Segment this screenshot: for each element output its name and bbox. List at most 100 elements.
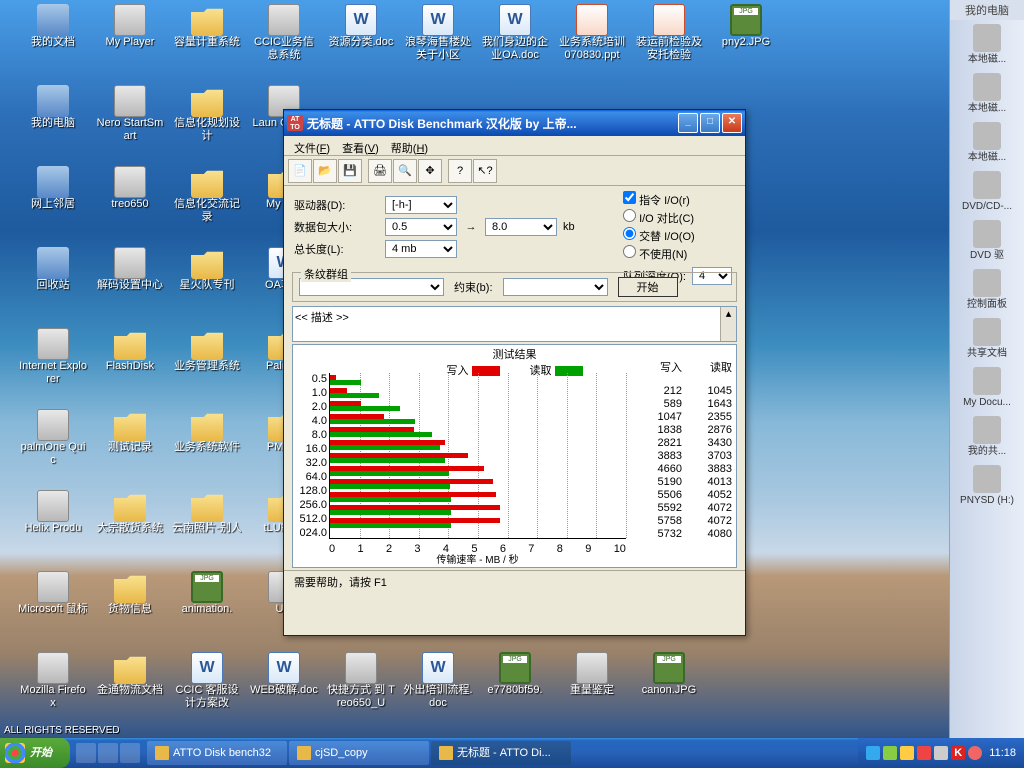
desktop-icon[interactable]: animation. (172, 571, 242, 616)
system-tray[interactable]: K 11:18 (858, 738, 1024, 768)
tool-print-icon[interactable]: 🖨 (368, 159, 392, 183)
taskbar-button[interactable]: cjSD_copy (289, 741, 429, 765)
io-alt-radio[interactable]: 交替 I/O(O) (623, 227, 733, 245)
length-label: 总长度(L): (294, 241, 379, 257)
ql-icon[interactable] (98, 743, 118, 763)
io-compare-radio[interactable]: I/O 对比(C) (623, 209, 733, 227)
plot-area (329, 373, 626, 539)
arrow-icon: → (463, 221, 479, 233)
desktop-icon[interactable]: 浪琴海售楼处关于小区 (403, 4, 473, 62)
tool-zoom-icon[interactable]: 🔍 (393, 159, 417, 183)
sidebar-item[interactable]: PNYSD (H:) (950, 461, 1024, 510)
desktop-icon[interactable]: Helix Produ (18, 490, 88, 535)
desktop-icon[interactable]: CCIC 客服设计方案改 (172, 652, 242, 710)
clock: 11:18 (989, 747, 1016, 759)
desktop-icon[interactable]: 我的文档 (18, 4, 88, 49)
menu-help[interactable]: 帮助(H) (385, 138, 434, 153)
desktop-icon[interactable]: WEB破解.doc (249, 652, 319, 697)
taskbar-button[interactable]: 无标题 - ATTO Di... (431, 741, 571, 765)
desktop-icon[interactable]: 测试记录 (95, 409, 165, 454)
desktop-icon[interactable]: Internet Explorer (18, 328, 88, 386)
desktop-icon[interactable]: 大宗散货系统 (95, 490, 165, 535)
atto-window: ATTO 无标题 - ATTO Disk Benchmark 汉化版 by 上帝… (283, 109, 746, 636)
desktop-icon[interactable]: 云南照片-别人 (172, 490, 242, 535)
desktop-icon[interactable]: 外出培训流程.doc (403, 652, 473, 710)
sidebar-item[interactable]: DVD/CD-... (950, 167, 1024, 216)
desktop-icon[interactable]: 货物信息 (95, 571, 165, 616)
ql-icon[interactable] (76, 743, 96, 763)
start-button-tb[interactable]: 开始 (0, 738, 70, 768)
desktop-icon[interactable]: 容量计重系统 (172, 4, 242, 49)
desktop-icon[interactable]: 解码设置中心 (95, 247, 165, 292)
io-none-radio[interactable]: 不使用(N) (623, 245, 733, 263)
scrollbar[interactable]: ▴ (720, 307, 736, 341)
maximize-button[interactable]: □ (700, 113, 720, 133)
desktop-icon[interactable]: FlashDisk (95, 328, 165, 373)
desktop-icon[interactable]: 星火队专刊 (172, 247, 242, 292)
desktop-icon[interactable]: 我的电脑 (18, 85, 88, 130)
sidebar-item[interactable]: My Docu... (950, 363, 1024, 412)
io-cmd-check[interactable]: 指令 I/O(r) (623, 191, 733, 209)
desktop-icon[interactable]: palmOne Quic (18, 409, 88, 467)
tool-whatsthis-icon[interactable]: ↖? (473, 159, 497, 183)
sidebar-item[interactable]: 本地磁... (950, 118, 1024, 167)
desktop-icon[interactable]: e7780bf59. (480, 652, 550, 697)
desktop-icon[interactable]: Mozilla Firefox (18, 652, 88, 710)
desktop-icon[interactable]: Nero StartSmart (95, 85, 165, 143)
drive-select[interactable]: [-h-] (385, 196, 457, 214)
desktop-icon[interactable]: 快捷方式 到 Treo650_U (326, 652, 396, 710)
quick-launch (70, 743, 146, 763)
data-table: 写入读取 21210455891643104723551838287628213… (632, 359, 732, 541)
tool-move-icon[interactable]: ✥ (418, 159, 442, 183)
desktop-icon[interactable]: CCIC业务信息系统 (249, 4, 319, 62)
bound-select[interactable] (503, 278, 608, 296)
sidebar-item[interactable]: 本地磁... (950, 20, 1024, 69)
sidebar-item[interactable]: 本地磁... (950, 69, 1024, 118)
desktop-icon[interactable]: treo650 (95, 166, 165, 211)
desktop-icon[interactable]: 重量鉴定 (557, 652, 627, 697)
desktop-icon[interactable]: My Player (95, 4, 165, 49)
tool-open-icon[interactable]: 📂 (313, 159, 337, 183)
packet-unit: kb (563, 221, 575, 233)
sidebar-title: 我的电脑 (950, 0, 1024, 20)
desktop-icon[interactable]: Microsoft 鼠标 (18, 571, 88, 616)
drive-label: 驱动器(D): (294, 197, 379, 213)
desktop-icon[interactable]: 我们身边的企业OA.doc (480, 4, 550, 62)
status-bar: 需要帮助，请按 F1 (284, 570, 745, 593)
ql-icon[interactable] (120, 743, 140, 763)
desktop-icon[interactable]: 资源分类.doc (326, 4, 396, 49)
desktop-icon[interactable]: 业务系统软件 (172, 409, 242, 454)
sidebar-item[interactable]: 共享文档 (950, 314, 1024, 363)
start-button[interactable]: 开始 (618, 277, 678, 297)
packet-to-select[interactable]: 8.0 (485, 218, 557, 236)
desktop-icon[interactable]: 信息化交流记录 (172, 166, 242, 224)
bound-label: 约束(b): (454, 279, 493, 295)
packet-from-select[interactable]: 0.5 (385, 218, 457, 236)
tool-new-icon[interactable]: 📄 (288, 159, 312, 183)
menu-file[interactable]: 文件(F) (288, 138, 336, 153)
description-box[interactable]: << 描述 >> ▴ (292, 306, 737, 342)
desktop-icon[interactable]: 装运前检验及安托检验 (634, 4, 704, 62)
stripe-label: 条纹群组 (304, 269, 348, 281)
taskbar-button[interactable]: ATTO Disk bench32 (147, 741, 287, 765)
sidebar-item[interactable]: 我的共... (950, 412, 1024, 461)
close-button[interactable]: ✕ (722, 113, 742, 133)
copyright-text: ALL RIGHTS RESERVED (4, 725, 120, 736)
desktop-icon[interactable]: 网上邻居 (18, 166, 88, 211)
minimize-button[interactable]: _ (678, 113, 698, 133)
desktop-icon[interactable]: 信息化规划设计 (172, 85, 242, 143)
sidebar-item[interactable]: 控制面板 (950, 265, 1024, 314)
window-title: 无标题 - ATTO Disk Benchmark 汉化版 by 上帝... (307, 115, 678, 132)
desktop-icon[interactable]: 业务系统培训070830.ppt (557, 4, 627, 62)
tool-help-icon[interactable]: ? (448, 159, 472, 183)
sidebar-item[interactable]: DVD 驱 (950, 216, 1024, 265)
tool-save-icon[interactable]: 💾 (338, 159, 362, 183)
desktop-icon[interactable]: 金通物流文档 (95, 652, 165, 697)
titlebar[interactable]: ATTO 无标题 - ATTO Disk Benchmark 汉化版 by 上帝… (284, 110, 745, 136)
desktop-icon[interactable]: 回收站 (18, 247, 88, 292)
desktop-icon[interactable]: 业务管理系统 (172, 328, 242, 373)
desktop-icon[interactable]: pny2.JPG (711, 4, 781, 49)
length-select[interactable]: 4 mb (385, 240, 457, 258)
desktop-icon[interactable]: canon.JPG (634, 652, 704, 697)
menu-view[interactable]: 查看(V) (336, 138, 385, 153)
